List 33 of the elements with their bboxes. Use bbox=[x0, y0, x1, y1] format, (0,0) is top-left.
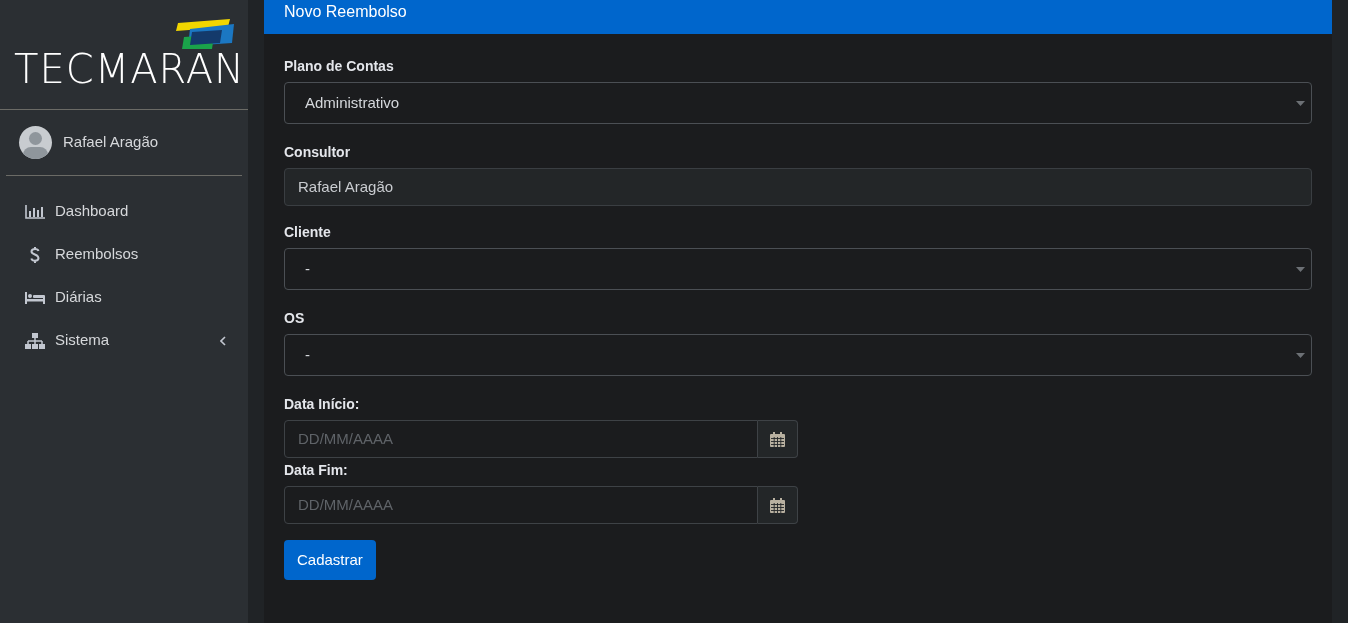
bar-chart-icon bbox=[25, 204, 45, 219]
submit-button[interactable]: Cadastrar bbox=[284, 540, 376, 580]
chevron-left-icon bbox=[220, 335, 226, 346]
select-field[interactable]: - bbox=[284, 334, 1312, 376]
field-label: Data Início: bbox=[284, 395, 361, 414]
select-field[interactable]: - bbox=[284, 248, 1312, 290]
bed-icon bbox=[25, 291, 45, 304]
date-input-field[interactable]: DD/MM/AAAA bbox=[284, 486, 758, 524]
user-name: Rafael Aragão bbox=[63, 132, 159, 153]
calendar-icon bbox=[770, 497, 785, 513]
select-field[interactable]: Administrativo bbox=[284, 82, 1312, 124]
dropdown-arrow-icon bbox=[1296, 101, 1305, 106]
nav-item[interactable]: Reembolsos bbox=[0, 233, 248, 276]
sitemap-icon bbox=[25, 332, 45, 349]
nav-item[interactable]: Diárias bbox=[0, 276, 248, 319]
logo-text: TECMARAN bbox=[14, 49, 245, 89]
text-field[interactable]: Rafael Aragão bbox=[284, 168, 1312, 206]
dollar-icon bbox=[30, 245, 40, 264]
nav-item[interactable]: Dashboard bbox=[0, 190, 248, 233]
card-header: Novo Reembolso bbox=[264, 0, 1332, 34]
dropdown-arrow-icon bbox=[1296, 267, 1305, 272]
field-label: Consultor bbox=[284, 143, 352, 162]
date-input-field[interactable]: DD/MM/AAAA bbox=[284, 420, 758, 458]
field-label: Plano de Contas bbox=[284, 57, 395, 76]
field-label: Data Fim: bbox=[284, 461, 349, 480]
dropdown-arrow-icon bbox=[1296, 353, 1305, 358]
field-label: OS bbox=[284, 309, 306, 328]
avatar-icon bbox=[19, 126, 52, 159]
field-label: Cliente bbox=[284, 223, 332, 242]
calendar-button[interactable] bbox=[758, 420, 798, 458]
nav-item[interactable]: Sistema bbox=[0, 319, 248, 362]
calendar-icon bbox=[770, 431, 785, 447]
calendar-button[interactable] bbox=[758, 486, 798, 524]
